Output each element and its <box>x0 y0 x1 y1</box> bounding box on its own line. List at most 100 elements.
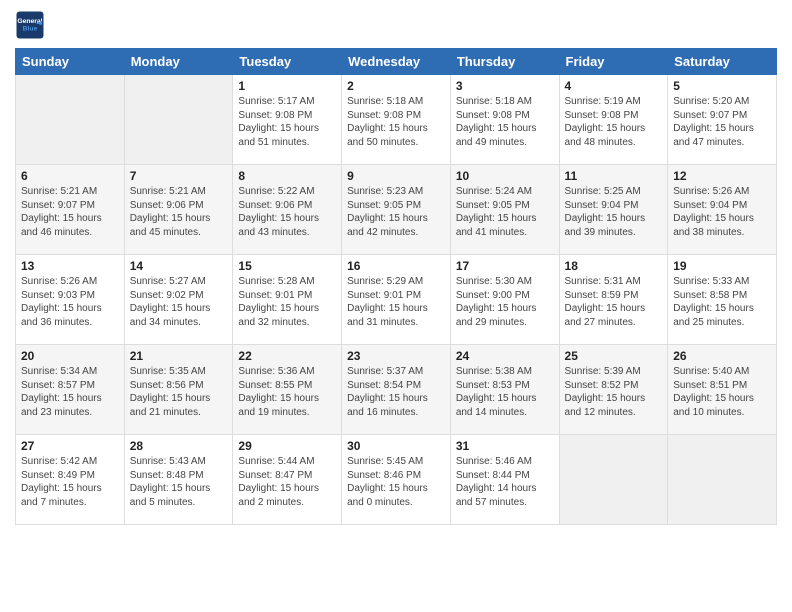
day-cell: 12 Sunrise: 5:26 AMSunset: 9:04 PMDayligh… <box>668 165 777 255</box>
logo: General Blue <box>15 10 45 40</box>
day-number: 22 <box>238 349 336 363</box>
day-number: 4 <box>565 79 663 93</box>
day-number: 7 <box>130 169 228 183</box>
day-info: Sunrise: 5:18 AMSunset: 9:08 PMDaylight:… <box>456 95 554 149</box>
day-cell: 23 Sunrise: 5:37 AMSunset: 8:54 PMDayligh… <box>342 345 451 435</box>
day-info: Sunrise: 5:44 AMSunset: 8:47 PMDaylight:… <box>238 455 336 509</box>
logo-icon: General Blue <box>15 10 45 40</box>
day-info: Sunrise: 5:21 AMSunset: 9:06 PMDaylight:… <box>130 185 228 239</box>
day-number: 26 <box>673 349 771 363</box>
day-cell: 15 Sunrise: 5:28 AMSunset: 9:01 PMDayligh… <box>233 255 342 345</box>
day-info: Sunrise: 5:25 AMSunset: 9:04 PMDaylight:… <box>565 185 663 239</box>
day-number: 29 <box>238 439 336 453</box>
day-cell: 2 Sunrise: 5:18 AMSunset: 9:08 PMDaylight… <box>342 75 451 165</box>
day-number: 13 <box>21 259 119 273</box>
day-cell: 7 Sunrise: 5:21 AMSunset: 9:06 PMDaylight… <box>124 165 233 255</box>
day-cell: 28Sunrise: 5:43 AMSunset: 8:48 PMDayligh… <box>124 435 233 525</box>
week-row-1: 1 Sunrise: 5:17 AMSunset: 9:08 PMDaylight… <box>16 75 777 165</box>
day-info: Sunrise: 5:42 AMSunset: 8:49 PMDaylight:… <box>21 455 119 509</box>
day-cell: 17 Sunrise: 5:30 AMSunset: 9:00 PMDayligh… <box>450 255 559 345</box>
day-cell: 4 Sunrise: 5:19 AMSunset: 9:08 PMDaylight… <box>559 75 668 165</box>
day-cell <box>668 435 777 525</box>
day-number: 9 <box>347 169 445 183</box>
day-info: Sunrise: 5:31 AMSunset: 8:59 PMDaylight:… <box>565 275 663 329</box>
day-number: 30 <box>347 439 445 453</box>
day-info: Sunrise: 5:30 AMSunset: 9:00 PMDaylight:… <box>456 275 554 329</box>
day-cell: 5Sunrise: 5:20 AMSunset: 9:07 PMDaylight… <box>668 75 777 165</box>
day-info: Sunrise: 5:39 AMSunset: 8:52 PMDaylight:… <box>565 365 663 419</box>
day-cell: 27Sunrise: 5:42 AMSunset: 8:49 PMDayligh… <box>16 435 125 525</box>
day-number: 28 <box>130 439 228 453</box>
day-info: Sunrise: 5:20 AMSunset: 9:07 PMDaylight:… <box>673 95 771 149</box>
day-cell: 18Sunrise: 5:31 AMSunset: 8:59 PMDayligh… <box>559 255 668 345</box>
day-number: 21 <box>130 349 228 363</box>
weekday-header-tuesday: Tuesday <box>233 49 342 75</box>
day-cell: 3Sunrise: 5:18 AMSunset: 9:08 PMDaylight… <box>450 75 559 165</box>
day-info: Sunrise: 5:40 AMSunset: 8:51 PMDaylight:… <box>673 365 771 419</box>
day-cell: 11Sunrise: 5:25 AMSunset: 9:04 PMDayligh… <box>559 165 668 255</box>
svg-text:Blue: Blue <box>23 25 38 32</box>
day-cell: 6Sunrise: 5:21 AMSunset: 9:07 PMDaylight… <box>16 165 125 255</box>
day-cell: 24 Sunrise: 5:38 AMSunset: 8:53 PMDayligh… <box>450 345 559 435</box>
day-info: Sunrise: 5:37 AMSunset: 8:54 PMDaylight:… <box>347 365 445 419</box>
day-cell <box>16 75 125 165</box>
day-info: Sunrise: 5:22 AMSunset: 9:06 PMDaylight:… <box>238 185 336 239</box>
day-number: 1 <box>238 79 336 93</box>
day-number: 2 <box>347 79 445 93</box>
day-info: Sunrise: 5:26 AMSunset: 9:03 PMDaylight:… <box>21 275 119 329</box>
day-cell <box>124 75 233 165</box>
day-cell: 22Sunrise: 5:36 AMSunset: 8:55 PMDayligh… <box>233 345 342 435</box>
day-cell: 13 Sunrise: 5:26 AMSunset: 9:03 PMDayligh… <box>16 255 125 345</box>
day-info: Sunrise: 5:46 AMSunset: 8:44 PMDaylight:… <box>456 455 554 509</box>
day-info: Sunrise: 5:33 AMSunset: 8:58 PMDaylight:… <box>673 275 771 329</box>
day-cell: 25Sunrise: 5:39 AMSunset: 8:52 PMDayligh… <box>559 345 668 435</box>
day-info: Sunrise: 5:29 AMSunset: 9:01 PMDaylight:… <box>347 275 445 329</box>
day-cell: 14Sunrise: 5:27 AMSunset: 9:02 PMDayligh… <box>124 255 233 345</box>
day-number: 10 <box>456 169 554 183</box>
week-row-4: 20 Sunrise: 5:34 AMSunset: 8:57 PMDayligh… <box>16 345 777 435</box>
day-cell: 29 Sunrise: 5:44 AMSunset: 8:47 PMDayligh… <box>233 435 342 525</box>
weekday-header-row: SundayMondayTuesdayWednesdayThursdayFrid… <box>16 49 777 75</box>
day-number: 24 <box>456 349 554 363</box>
day-info: Sunrise: 5:19 AMSunset: 9:08 PMDaylight:… <box>565 95 663 149</box>
day-number: 8 <box>238 169 336 183</box>
day-info: Sunrise: 5:18 AMSunset: 9:08 PMDaylight:… <box>347 95 445 149</box>
day-info: Sunrise: 5:34 AMSunset: 8:57 PMDaylight:… <box>21 365 119 419</box>
day-info: Sunrise: 5:23 AMSunset: 9:05 PMDaylight:… <box>347 185 445 239</box>
day-cell <box>559 435 668 525</box>
week-row-3: 13 Sunrise: 5:26 AMSunset: 9:03 PMDayligh… <box>16 255 777 345</box>
day-number: 16 <box>347 259 445 273</box>
day-cell: 1 Sunrise: 5:17 AMSunset: 9:08 PMDaylight… <box>233 75 342 165</box>
day-info: Sunrise: 5:26 AMSunset: 9:04 PMDaylight:… <box>673 185 771 239</box>
day-info: Sunrise: 5:38 AMSunset: 8:53 PMDaylight:… <box>456 365 554 419</box>
day-number: 15 <box>238 259 336 273</box>
day-number: 17 <box>456 259 554 273</box>
day-cell: 30Sunrise: 5:45 AMSunset: 8:46 PMDayligh… <box>342 435 451 525</box>
weekday-header-sunday: Sunday <box>16 49 125 75</box>
weekday-header-thursday: Thursday <box>450 49 559 75</box>
weekday-header-saturday: Saturday <box>668 49 777 75</box>
day-number: 12 <box>673 169 771 183</box>
day-info: Sunrise: 5:24 AMSunset: 9:05 PMDaylight:… <box>456 185 554 239</box>
day-cell: 10 Sunrise: 5:24 AMSunset: 9:05 PMDayligh… <box>450 165 559 255</box>
day-info: Sunrise: 5:28 AMSunset: 9:01 PMDaylight:… <box>238 275 336 329</box>
day-info: Sunrise: 5:27 AMSunset: 9:02 PMDaylight:… <box>130 275 228 329</box>
day-info: Sunrise: 5:17 AMSunset: 9:08 PMDaylight:… <box>238 95 336 149</box>
week-row-2: 6Sunrise: 5:21 AMSunset: 9:07 PMDaylight… <box>16 165 777 255</box>
week-row-5: 27Sunrise: 5:42 AMSunset: 8:49 PMDayligh… <box>16 435 777 525</box>
calendar: SundayMondayTuesdayWednesdayThursdayFrid… <box>15 48 777 525</box>
day-cell: 8 Sunrise: 5:22 AMSunset: 9:06 PMDaylight… <box>233 165 342 255</box>
day-cell: 20 Sunrise: 5:34 AMSunset: 8:57 PMDayligh… <box>16 345 125 435</box>
day-number: 19 <box>673 259 771 273</box>
page: General Blue SundayMondayTuesdayWednesda… <box>0 0 792 535</box>
weekday-header-monday: Monday <box>124 49 233 75</box>
weekday-header-wednesday: Wednesday <box>342 49 451 75</box>
day-number: 20 <box>21 349 119 363</box>
day-cell: 21Sunrise: 5:35 AMSunset: 8:56 PMDayligh… <box>124 345 233 435</box>
day-cell: 31Sunrise: 5:46 AMSunset: 8:44 PMDayligh… <box>450 435 559 525</box>
day-cell: 9 Sunrise: 5:23 AMSunset: 9:05 PMDaylight… <box>342 165 451 255</box>
weekday-header-friday: Friday <box>559 49 668 75</box>
day-number: 23 <box>347 349 445 363</box>
header: General Blue <box>15 10 777 40</box>
day-info: Sunrise: 5:21 AMSunset: 9:07 PMDaylight:… <box>21 185 119 239</box>
